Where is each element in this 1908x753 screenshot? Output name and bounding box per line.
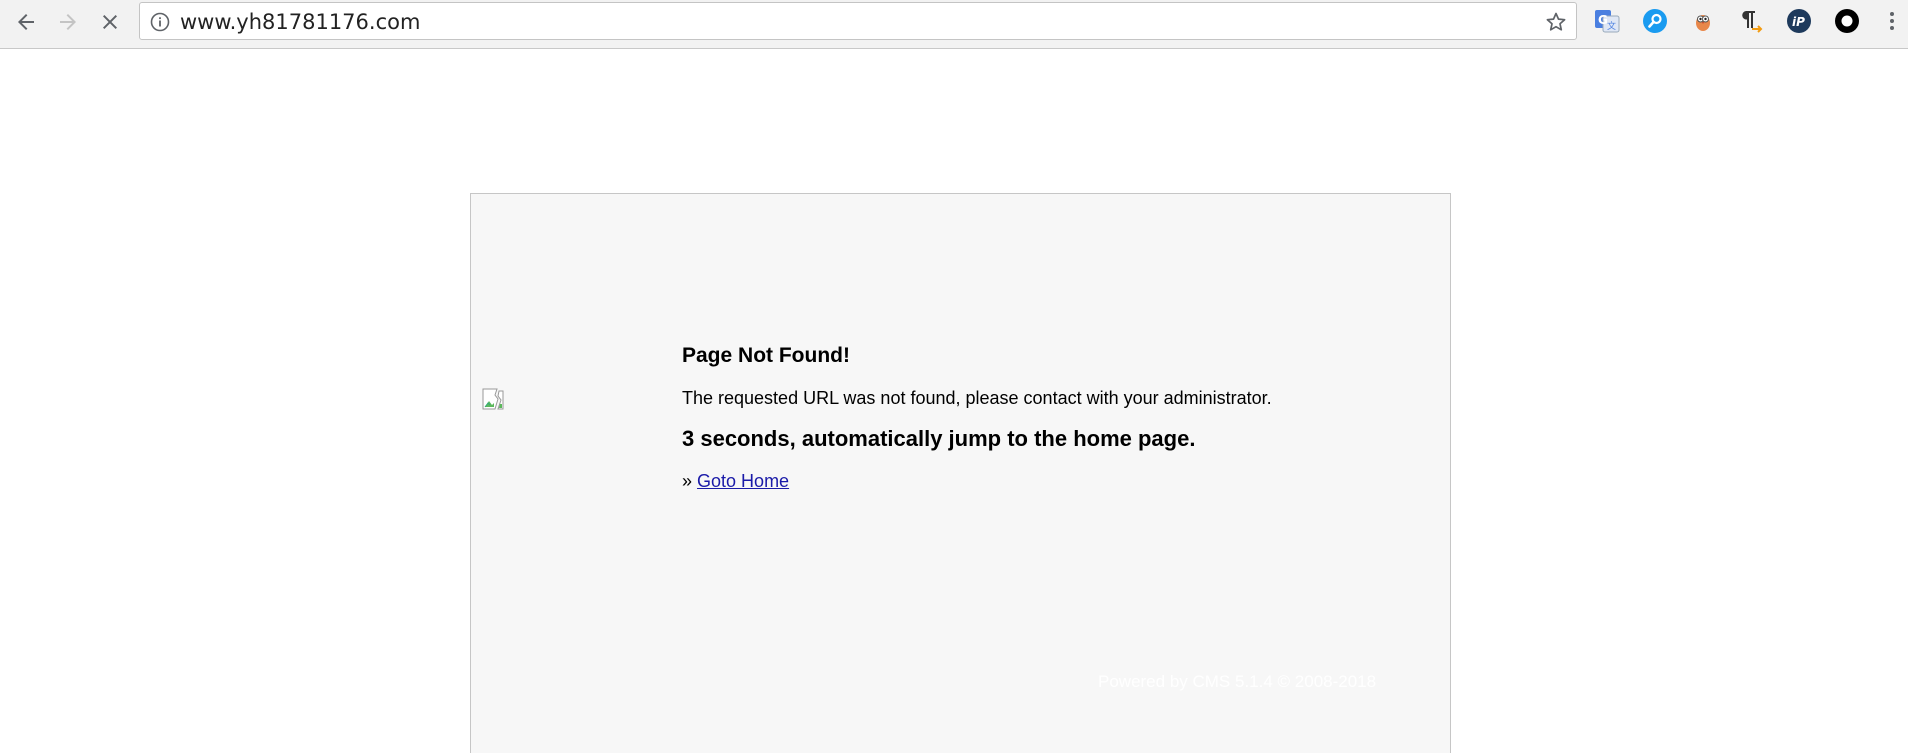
error-message: The requested URL was not found, please … <box>682 388 1272 408</box>
translate-icon: G 文 <box>1595 10 1620 33</box>
address-bar[interactable]: www.yh81781176.com <box>139 2 1577 40</box>
svg-text:文: 文 <box>1607 20 1616 32</box>
page-title: Page Not Found! <box>682 344 850 367</box>
stop-button[interactable] <box>92 4 128 40</box>
goto-home-link[interactable]: Goto Home <box>697 471 789 491</box>
bird-icon <box>1696 15 1710 31</box>
goto-home-row: » Goto Home <box>682 471 789 492</box>
redirect-notice: 3 seconds, automatically jump to the hom… <box>682 426 1196 451</box>
forward-button[interactable] <box>50 4 86 40</box>
circle-icon <box>1835 9 1859 33</box>
goto-prefix: » <box>682 471 693 491</box>
browser-toolbar: www.yh81781176.com G 文 iP <box>0 0 1908 49</box>
extension-search[interactable] <box>1641 7 1669 35</box>
close-icon <box>103 15 117 29</box>
extension-ip[interactable]: iP <box>1785 7 1813 35</box>
back-button[interactable] <box>8 4 44 40</box>
paragraph-icon <box>1742 11 1763 33</box>
extension-bird[interactable] <box>1689 7 1717 35</box>
broken-image-icon <box>482 388 504 410</box>
extension-translate[interactable]: G 文 <box>1593 7 1621 35</box>
bookmark-star-icon[interactable] <box>1544 10 1568 34</box>
extension-circle[interactable] <box>1833 7 1861 35</box>
search-icon <box>1643 9 1667 33</box>
svg-text:iP: iP <box>1792 15 1805 29</box>
error-panel: Page Not Found! The requested URL was no… <box>470 193 1451 753</box>
extension-paragraph[interactable] <box>1737 7 1765 35</box>
more-vert-icon <box>1890 12 1894 30</box>
info-icon[interactable] <box>150 12 170 32</box>
ip-icon: iP <box>1787 9 1811 33</box>
menu-button[interactable] <box>1878 7 1906 35</box>
forward-arrow-icon <box>60 14 76 30</box>
url-text[interactable]: www.yh81781176.com <box>180 11 420 33</box>
back-arrow-icon <box>18 14 34 30</box>
powered-by-footer: Powered by CMS 5.1.4 © 2008-2018 <box>1098 672 1377 691</box>
